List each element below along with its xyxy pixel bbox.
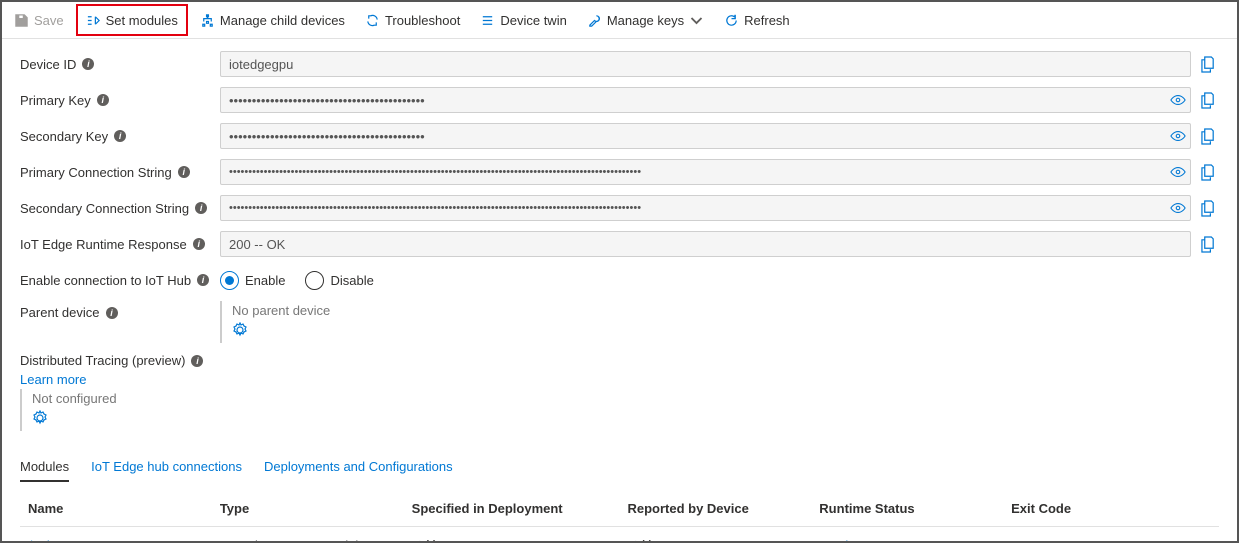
tab-hub-connections[interactable]: IoT Edge hub connections bbox=[91, 453, 242, 482]
secondary-cs-label: Secondary Connection String i bbox=[20, 201, 220, 216]
troubleshoot-button[interactable]: Troubleshoot bbox=[357, 6, 468, 34]
troubleshoot-label: Troubleshoot bbox=[385, 13, 460, 28]
table-header-row: Name Type Specified in Deployment Report… bbox=[20, 491, 1219, 527]
info-icon[interactable]: i bbox=[97, 94, 109, 106]
set-modules-icon bbox=[86, 13, 101, 28]
tab-deployments[interactable]: Deployments and Configurations bbox=[264, 453, 453, 482]
device-id-label: Device ID i bbox=[20, 57, 220, 72]
device-twin-icon bbox=[480, 13, 495, 28]
refresh-icon bbox=[724, 13, 739, 28]
learn-more-link[interactable]: Learn more bbox=[20, 372, 86, 387]
info-icon[interactable]: i bbox=[191, 355, 203, 367]
copy-button[interactable] bbox=[1195, 92, 1221, 109]
secondary-key-label: Secondary Key i bbox=[20, 129, 220, 144]
primary-cs-field[interactable]: ••••••••••••••••••••••••••••••••••••••••… bbox=[220, 159, 1191, 185]
primary-key-field[interactable]: ••••••••••••••••••••••••••••••••••••••••… bbox=[220, 87, 1191, 113]
copy-button[interactable] bbox=[1195, 164, 1221, 181]
command-bar: Save Set modules Manage child devices Tr… bbox=[2, 2, 1237, 39]
device-twin-label: Device twin bbox=[500, 13, 566, 28]
info-icon[interactable]: i bbox=[114, 130, 126, 142]
secondary-cs-field[interactable]: ••••••••••••••••••••••••••••••••••••••••… bbox=[220, 195, 1191, 221]
module-exit: 0 bbox=[1003, 527, 1219, 543]
set-modules-label: Set modules bbox=[106, 13, 178, 28]
manage-keys-label: Manage keys bbox=[607, 13, 684, 28]
hierarchy-icon bbox=[200, 13, 215, 28]
tracing-status-text: Not configured bbox=[32, 391, 1221, 406]
col-runtime[interactable]: Runtime Status bbox=[811, 491, 1003, 527]
module-name-link[interactable]: $edgeAgent bbox=[28, 538, 98, 543]
troubleshoot-icon bbox=[365, 13, 380, 28]
refresh-label: Refresh bbox=[744, 13, 790, 28]
distributed-tracing-label: Distributed Tracing (preview) i bbox=[20, 353, 1221, 368]
device-id-field[interactable]: iotedgegpu bbox=[220, 51, 1191, 77]
device-twin-button[interactable]: Device twin bbox=[472, 6, 574, 34]
chevron-down-icon bbox=[689, 13, 704, 28]
copy-button[interactable] bbox=[1195, 56, 1221, 73]
copy-button[interactable] bbox=[1195, 128, 1221, 145]
set-modules-button[interactable]: Set modules bbox=[76, 4, 188, 36]
tab-modules[interactable]: Modules bbox=[20, 453, 69, 482]
secondary-key-field[interactable]: ••••••••••••••••••••••••••••••••••••••••… bbox=[220, 123, 1191, 149]
parent-device-box: No parent device bbox=[220, 301, 330, 343]
disable-radio[interactable]: Disable bbox=[305, 271, 373, 290]
save-label: Save bbox=[34, 13, 64, 28]
manage-child-devices-button[interactable]: Manage child devices bbox=[192, 6, 353, 34]
modules-table: Name Type Specified in Deployment Report… bbox=[20, 491, 1219, 543]
save-button[interactable]: Save bbox=[6, 6, 72, 34]
enable-connection-radio-group: Enable Disable bbox=[220, 271, 374, 290]
copy-button[interactable] bbox=[1195, 200, 1221, 217]
info-icon[interactable]: i bbox=[195, 202, 207, 214]
gear-icon[interactable] bbox=[232, 322, 248, 338]
enable-radio[interactable]: Enable bbox=[220, 271, 285, 290]
primary-cs-label: Primary Connection String i bbox=[20, 165, 220, 180]
reveal-button[interactable] bbox=[1165, 94, 1191, 106]
reveal-button[interactable] bbox=[1165, 130, 1191, 142]
tracing-status-box: Not configured bbox=[20, 389, 1221, 431]
manage-child-label: Manage child devices bbox=[220, 13, 345, 28]
runtime-response-label: IoT Edge Runtime Response i bbox=[20, 237, 220, 252]
save-icon bbox=[14, 13, 29, 28]
runtime-response-field: 200 -- OK bbox=[220, 231, 1191, 257]
module-type: IoT Edge System Module bbox=[212, 527, 404, 543]
module-runtime-link[interactable]: running bbox=[819, 538, 862, 543]
manage-keys-button[interactable]: Manage keys bbox=[579, 6, 712, 34]
enable-connection-label: Enable connection to IoT Hub i bbox=[20, 273, 220, 288]
gear-icon[interactable] bbox=[32, 410, 48, 426]
reveal-button[interactable] bbox=[1165, 166, 1191, 178]
col-type[interactable]: Type bbox=[212, 491, 404, 527]
module-specified: ✓Yes bbox=[404, 527, 620, 543]
key-icon bbox=[587, 13, 602, 28]
info-icon[interactable]: i bbox=[82, 58, 94, 70]
tab-bar: Modules IoT Edge hub connections Deploym… bbox=[20, 453, 1237, 483]
info-icon[interactable]: i bbox=[197, 274, 209, 286]
refresh-button[interactable]: Refresh bbox=[716, 6, 798, 34]
module-reported: ✓Yes bbox=[619, 527, 811, 543]
primary-key-label: Primary Key i bbox=[20, 93, 220, 108]
info-icon[interactable]: i bbox=[193, 238, 205, 250]
col-reported[interactable]: Reported by Device bbox=[619, 491, 811, 527]
col-specified[interactable]: Specified in Deployment bbox=[404, 491, 620, 527]
copy-button[interactable] bbox=[1195, 236, 1221, 253]
col-name[interactable]: Name bbox=[20, 491, 212, 527]
col-exit[interactable]: Exit Code bbox=[1003, 491, 1219, 527]
parent-device-value: No parent device bbox=[232, 303, 330, 318]
reveal-button[interactable] bbox=[1165, 202, 1191, 214]
parent-device-label: Parent device i bbox=[20, 301, 220, 320]
info-icon[interactable]: i bbox=[106, 307, 118, 319]
table-row: $edgeAgentIoT Edge System Module✓Yes✓Yes… bbox=[20, 527, 1219, 543]
info-icon[interactable]: i bbox=[178, 166, 190, 178]
